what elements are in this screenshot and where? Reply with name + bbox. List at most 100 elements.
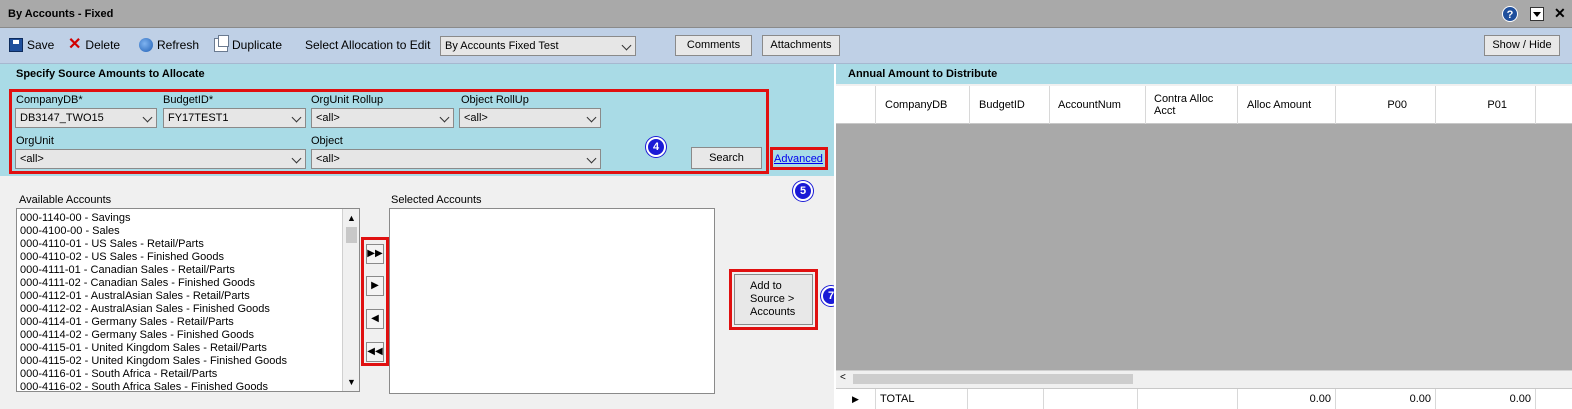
annual-grid-header: CompanyDB BudgetID AccountNum Contra All… bbox=[836, 86, 1572, 124]
save-icon bbox=[9, 38, 23, 52]
allocation-select-value: By Accounts Fixed Test bbox=[445, 40, 559, 52]
row-pointer-icon: ▶ bbox=[836, 389, 876, 409]
row-indicator-header bbox=[836, 86, 876, 124]
comments-button[interactable]: Comments bbox=[675, 35, 752, 56]
add-to-source-line2: Source > bbox=[750, 293, 795, 305]
list-item[interactable]: 000-4115-01 - United Kingdom Sales - Ret… bbox=[17, 342, 359, 355]
help-icon[interactable]: ? bbox=[1502, 6, 1518, 22]
total-cell-empty bbox=[1138, 389, 1238, 409]
move-all-left-button[interactable]: ◀◀ bbox=[366, 342, 384, 362]
title-bar: By Accounts - Fixed ? ✕ bbox=[0, 0, 1572, 28]
duplicate-icon bbox=[214, 35, 229, 52]
callout-badge-5: 5 bbox=[793, 181, 813, 201]
companydb-label: CompanyDB* bbox=[16, 94, 83, 106]
window-menu-dropdown-icon[interactable] bbox=[1530, 7, 1544, 21]
scroll-thumb[interactable] bbox=[346, 227, 357, 243]
available-accounts-list[interactable]: 000-1140-00 - Savings 000-4100-00 - Sales… bbox=[16, 208, 360, 392]
list-item[interactable]: 000-4116-02 - South Africa Sales - Finis… bbox=[17, 381, 359, 391]
chevron-down-icon bbox=[621, 40, 632, 51]
companydb-select[interactable]: DB3147_TWO15 bbox=[15, 108, 157, 128]
budgetid-value: FY17TEST1 bbox=[168, 112, 229, 124]
column-header-companydb[interactable]: CompanyDB bbox=[876, 86, 970, 124]
orgunit-label: OrgUnit bbox=[16, 135, 54, 147]
duplicate-label: Duplicate bbox=[232, 38, 283, 52]
chevron-down-icon bbox=[291, 153, 302, 164]
annual-grid-hscrollbar[interactable]: < bbox=[836, 370, 1572, 386]
total-p00: 0.00 bbox=[1336, 389, 1436, 409]
column-header-budgetid[interactable]: BudgetID bbox=[970, 86, 1050, 124]
total-cell-empty bbox=[968, 389, 1044, 409]
annual-panel-header: Annual Amount to Distribute bbox=[836, 64, 1572, 84]
total-p01: 0.00 bbox=[1436, 389, 1536, 409]
column-header-accountnum[interactable]: AccountNum bbox=[1050, 86, 1146, 124]
column-header-p00[interactable]: P00 bbox=[1336, 86, 1436, 124]
list-item[interactable]: 000-4111-01 - Canadian Sales - Retail/Pa… bbox=[17, 264, 359, 277]
list-item[interactable]: 000-4112-01 - AustralAsian Sales - Retai… bbox=[17, 290, 359, 303]
object-rollup-label: Object RollUp bbox=[461, 94, 529, 106]
save-label: Save bbox=[27, 38, 55, 52]
annual-total-row: ▶ TOTAL 0.00 0.00 0.00 bbox=[836, 388, 1572, 409]
orgunit-rollup-label: OrgUnit Rollup bbox=[311, 94, 384, 106]
companydb-value: DB3147_TWO15 bbox=[20, 112, 104, 124]
budgetid-select[interactable]: FY17TEST1 bbox=[163, 108, 306, 128]
budgetid-label: BudgetID* bbox=[163, 94, 214, 106]
list-item[interactable]: 000-1140-00 - Savings bbox=[17, 212, 359, 225]
move-all-right-button[interactable]: ▶▶ bbox=[366, 244, 384, 264]
close-icon[interactable]: ✕ bbox=[1554, 5, 1566, 22]
scroll-down-icon[interactable]: ▼ bbox=[347, 377, 356, 387]
list-item[interactable]: 000-4116-01 - South Africa - Retail/Part… bbox=[17, 368, 359, 381]
save-button[interactable]: Save bbox=[9, 38, 54, 52]
list-item[interactable]: 000-4112-02 - AustralAsian Sales - Finis… bbox=[17, 303, 359, 316]
list-item[interactable]: 000-4114-02 - Germany Sales - Finished G… bbox=[17, 329, 359, 342]
add-to-source-accounts-button[interactable]: Add to Source > Accounts bbox=[734, 274, 813, 325]
scroll-left-icon[interactable]: < bbox=[840, 372, 846, 383]
available-accounts-label: Available Accounts bbox=[19, 194, 112, 206]
list-item[interactable]: 000-4100-00 - Sales bbox=[17, 225, 359, 238]
list-item[interactable]: 000-4110-01 - US Sales - Retail/Parts bbox=[17, 238, 359, 251]
object-rollup-select[interactable]: <all> bbox=[459, 108, 601, 128]
selected-accounts-label: Selected Accounts bbox=[391, 194, 482, 206]
allocation-select[interactable]: By Accounts Fixed Test bbox=[440, 36, 636, 56]
available-list-scrollbar[interactable]: ▲ ▼ bbox=[342, 209, 359, 391]
delete-x-icon: ✕ bbox=[68, 36, 82, 53]
column-header-alloc-amount[interactable]: Alloc Amount bbox=[1238, 86, 1336, 124]
chevron-down-icon bbox=[439, 112, 450, 123]
orgunit-select[interactable]: <all> bbox=[15, 149, 306, 169]
list-item[interactable]: 000-4115-02 - United Kingdom Sales - Fin… bbox=[17, 355, 359, 368]
object-select[interactable]: <all> bbox=[311, 149, 601, 169]
object-value: <all> bbox=[316, 153, 340, 165]
list-item[interactable]: 000-4110-02 - US Sales - Finished Goods bbox=[17, 251, 359, 264]
total-label: TOTAL bbox=[876, 389, 968, 409]
move-right-button[interactable]: ▶ bbox=[366, 276, 384, 296]
annual-grid-body bbox=[836, 124, 1572, 370]
list-item[interactable]: 000-4111-02 - Canadian Sales - Finished … bbox=[17, 277, 359, 290]
advanced-link[interactable]: Advanced bbox=[774, 153, 823, 165]
chevron-down-icon bbox=[586, 153, 597, 164]
object-rollup-value: <all> bbox=[464, 112, 488, 124]
scroll-up-icon[interactable]: ▲ bbox=[347, 213, 356, 223]
show-hide-button[interactable]: Show / Hide bbox=[1484, 35, 1560, 56]
add-to-source-line3: Accounts bbox=[750, 306, 796, 318]
hscroll-thumb[interactable] bbox=[853, 374, 1133, 384]
selected-accounts-list[interactable] bbox=[389, 208, 715, 394]
duplicate-button[interactable]: Duplicate bbox=[214, 35, 283, 52]
column-header-p01[interactable]: P01 bbox=[1436, 86, 1536, 124]
orgunit-value: <all> bbox=[20, 153, 44, 165]
total-cell-empty bbox=[1044, 389, 1138, 409]
source-panel-header: Specify Source Amounts to Allocate bbox=[0, 64, 834, 84]
callout-badge-4: 4 bbox=[646, 137, 666, 157]
refresh-button[interactable]: Refresh bbox=[139, 38, 199, 52]
column-header-contra-alloc-acct[interactable]: Contra Alloc Acct bbox=[1146, 86, 1238, 124]
object-label: Object bbox=[311, 135, 343, 147]
window-title: By Accounts - Fixed bbox=[8, 8, 114, 20]
chevron-down-icon bbox=[142, 112, 153, 123]
refresh-icon bbox=[139, 38, 153, 52]
delete-button[interactable]: ✕ Delete bbox=[68, 36, 120, 53]
attachments-button[interactable]: Attachments bbox=[762, 35, 840, 56]
orgunit-rollup-select[interactable]: <all> bbox=[311, 108, 454, 128]
add-to-source-line1: Add to bbox=[750, 280, 782, 292]
chevron-down-icon bbox=[586, 112, 597, 123]
list-item[interactable]: 000-4114-01 - Germany Sales - Retail/Par… bbox=[17, 316, 359, 329]
move-left-button[interactable]: ◀ bbox=[366, 309, 384, 329]
search-button[interactable]: Search bbox=[691, 147, 762, 169]
